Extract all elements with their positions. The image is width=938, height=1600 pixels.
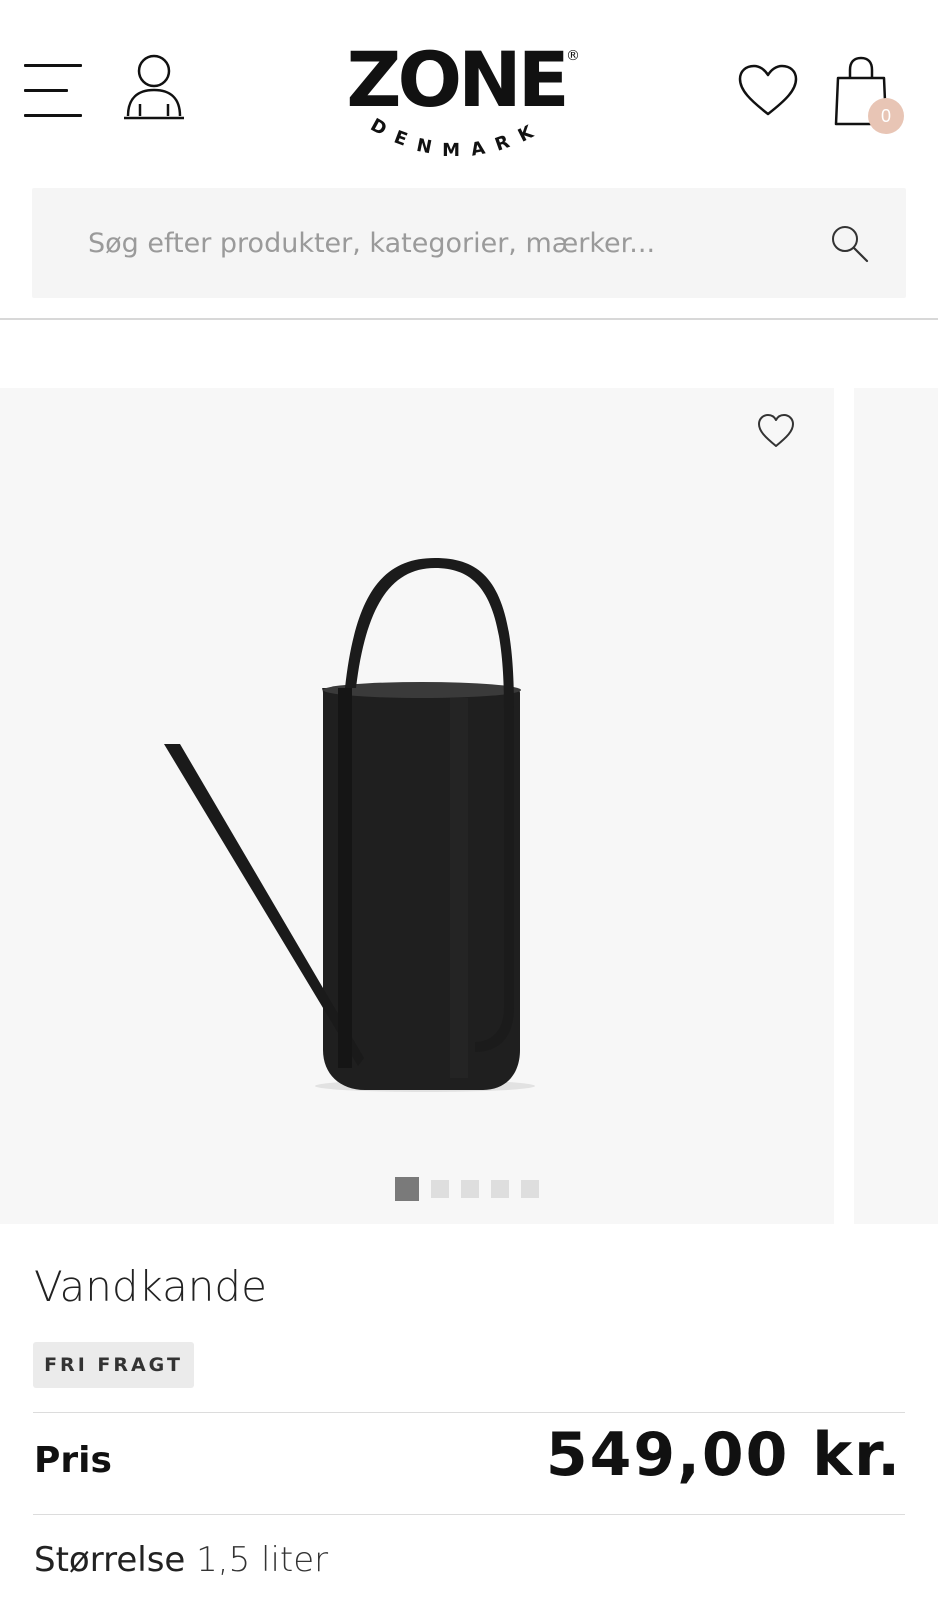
free-shipping-badge: FRI FRAGT <box>33 1342 194 1388</box>
wishlist-button[interactable] <box>736 62 800 120</box>
gallery-pagination <box>395 1176 551 1202</box>
gallery-dot[interactable] <box>521 1180 539 1198</box>
add-to-wishlist-button[interactable] <box>756 412 796 452</box>
watering-can-image <box>164 558 535 1092</box>
gallery-dot[interactable] <box>491 1180 509 1198</box>
product-title: Vandkande <box>34 1262 267 1311</box>
site-header: ZONE ® DENMARK 0 <box>0 0 938 180</box>
size-label: Størrelse <box>34 1540 186 1580</box>
price-divider-top <box>33 1412 905 1413</box>
heart-icon <box>738 64 798 116</box>
gallery-dot[interactable] <box>461 1180 479 1198</box>
cart-count-badge: 0 <box>868 98 904 134</box>
next-image-preview[interactable] <box>854 388 938 1224</box>
price-value: 549,00 kr. <box>545 1420 902 1490</box>
size-row: Størrelse 1,5 liter <box>34 1540 328 1580</box>
search-button[interactable] <box>830 224 870 264</box>
product-image-gallery[interactable] <box>0 388 834 1224</box>
logo-registered-mark: ® <box>566 48 580 64</box>
header-divider <box>0 318 938 320</box>
size-value: 1,5 liter <box>196 1540 329 1580</box>
menu-icon-line <box>24 64 82 67</box>
account-icon <box>124 54 184 120</box>
menu-icon-line <box>24 114 82 117</box>
gallery-dot[interactable] <box>431 1180 449 1198</box>
price-label: Pris <box>34 1440 112 1481</box>
search-input[interactable] <box>88 188 808 298</box>
price-divider-bottom <box>33 1514 905 1515</box>
logo-wordmark: ZONE <box>346 36 565 124</box>
search-icon <box>832 226 869 263</box>
menu-icon-line <box>24 89 68 92</box>
cart-button[interactable]: 0 <box>832 56 906 136</box>
menu-button[interactable] <box>24 62 84 120</box>
account-button[interactable] <box>122 54 186 124</box>
heart-icon <box>758 414 794 447</box>
gallery-dot[interactable] <box>395 1177 419 1201</box>
search-bar <box>32 188 906 298</box>
brand-logo[interactable]: ZONE ® DENMARK <box>340 35 590 170</box>
